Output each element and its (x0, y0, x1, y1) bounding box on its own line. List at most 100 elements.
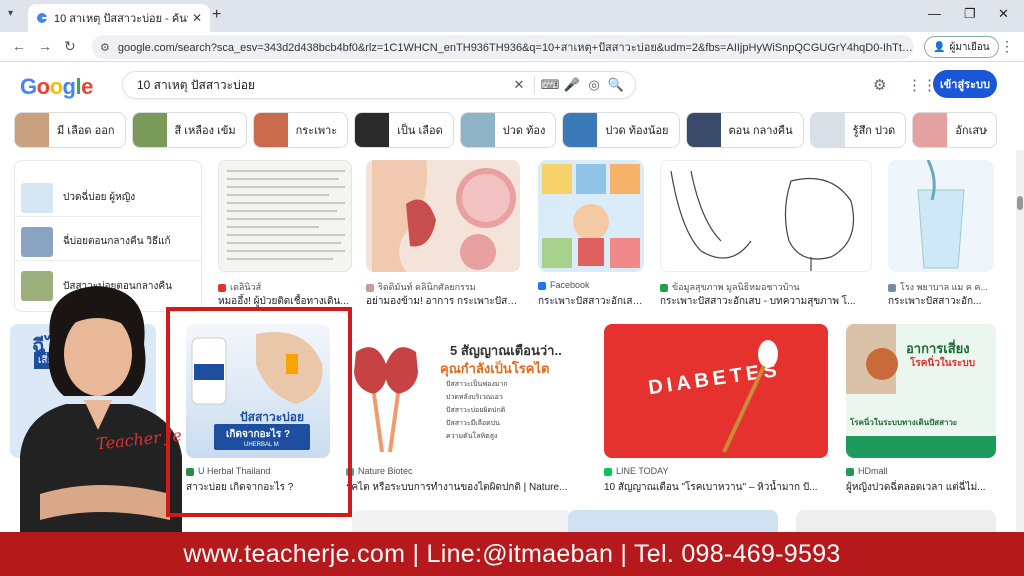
clear-icon[interactable]: ✕ (508, 77, 530, 93)
line-icon (604, 467, 612, 476)
new-tab-icon[interactable]: + (212, 6, 221, 24)
chip-thumbnail (253, 113, 288, 147)
profile-icon: 👤 (933, 41, 946, 53)
filter-chip[interactable]: สี เหลือง เข้ม (131, 112, 247, 148)
forward-icon[interactable]: → (38, 38, 52, 54)
image-result[interactable]: โรง พยาบาล แม ค ค... กระเพาะปัสสาวะอัก..… (888, 160, 994, 309)
result-caption[interactable]: อย่ามองข้าม! อาการ กระเพาะปัสสาวะ... (366, 294, 520, 309)
source-favicon-icon (846, 467, 854, 476)
tab-strip: ▾ 10 สาเหตุ ปัสสาวะบ่อย - ค้นหาด้วย Goog… (0, 0, 1024, 32)
related-item[interactable]: ฉี่บ่อยตอนกลางคืน วิธีแก้ (15, 223, 201, 261)
image-result[interactable] (796, 510, 996, 532)
related-item[interactable]: ปวดฉี่บ่อย ผู้หญิง (15, 179, 201, 217)
microphone-icon[interactable]: 🎤 (561, 77, 583, 93)
filter-chip[interactable]: ตอน กลางคืน (685, 112, 804, 148)
related-label: ฉี่บ่อยตอนกลางคืน วิธีแก้ (63, 236, 171, 247)
result-caption[interactable]: กระเพาะปัสสาวะอัก... (888, 294, 994, 309)
chip-thumbnail (810, 113, 845, 147)
result-source: HDmall (846, 466, 996, 476)
cartoon-grid-thumbnail (542, 164, 640, 268)
image-result[interactable] (568, 510, 778, 532)
result-source: LINE TODAY (604, 466, 828, 476)
chip-thumbnail (355, 113, 390, 147)
chip-label: ปวด ท้อง (502, 125, 546, 137)
scrollbar[interactable] (1016, 150, 1024, 532)
search-input[interactable]: 10 สาเหตุ ปัสสาวะบ่อย ✕ ⌨ 🎤 ◎ 🔍 (122, 71, 636, 99)
facebook-icon (538, 281, 546, 290)
image-result[interactable]: 5 สัญญาณเตือนว่า.. คุณกำลังเป็นโรคไต ปัส… (346, 324, 586, 496)
chip-label: เป็น เลือด (397, 125, 443, 137)
result-image (660, 160, 872, 272)
result-image: 5 สัญญาณเตือนว่า.. คุณกำลังเป็นโรคไต ปัส… (346, 324, 586, 458)
close-window-icon[interactable]: ✕ (998, 6, 1009, 22)
google-logo[interactable]: Google (20, 74, 93, 100)
result-caption[interactable]: รคไต หรือระบบการทำงานของไตผิดปกติ | Natu… (346, 480, 586, 495)
google-favicon-icon (37, 13, 47, 23)
chip-thumbnail (563, 113, 598, 147)
result-source: Facebook (538, 280, 644, 290)
filter-chip[interactable]: ปวด ท้อง (459, 112, 557, 148)
filter-chip[interactable]: กระเพาะ (252, 112, 349, 148)
sign-in-button[interactable]: เข้าสู่ระบบ (933, 70, 997, 98)
image-result[interactable]: อาการเสี่ยง โรคนิ่วในระบบ โรคนิ่วในระบบท… (846, 324, 996, 496)
chevron-right-icon[interactable]: › (983, 121, 988, 137)
image-result[interactable]: Facebook กระเพาะปัสสาวะอักเสบ... (538, 160, 644, 309)
search-icon[interactable]: 🔍 (605, 77, 627, 93)
source-favicon-icon (218, 283, 226, 292)
headline-2: คุณกำลังเป็นโรคไต (440, 361, 550, 376)
image-result[interactable]: DIABETES LINE TODAY 10 สัญญาณเตือน "โรคเ… (604, 324, 828, 496)
chip-thumbnail (15, 113, 49, 147)
tab-search-icon[interactable]: ▾ (8, 8, 13, 19)
filter-chip[interactable]: มี เลือด ออก (14, 112, 126, 148)
bullet: ปัสสาวะบ่อยผิดปกติ (446, 407, 506, 414)
source-name: ข้อมูลสุขภาพ มูลนิธิหมอชาวบ้าน (672, 282, 800, 292)
result-caption[interactable]: กระเพาะปัสสาวะอักเสบ... (538, 294, 644, 309)
result-caption[interactable]: ผู้หญิงปวดฉี่ตลอดเวลา แต่ฉี่ไม่... (846, 480, 996, 495)
image-result[interactable]: เดลินิวส์ หมออึ้ง! ผู้ป่วยติดเชื้อทางเดิ… (218, 160, 352, 307)
highlight-frame (166, 307, 352, 517)
result-caption[interactable]: กระเพาะปัสสาวะอักเสบ - บทความสุขภาพ โ... (660, 294, 872, 309)
water-glass-illustration (917, 160, 965, 269)
lens-icon[interactable]: ◎ (583, 77, 605, 93)
source-name: เดลินิวส์ (230, 282, 262, 292)
keyboard-icon[interactable]: ⌨ (539, 77, 561, 93)
related-label: ปวดฉี่บ่อย ผู้หญิง (63, 192, 136, 203)
result-source: เดลินิวส์ (218, 280, 352, 294)
source-name: Nature Biotec (358, 466, 413, 476)
hd-sub: โรคนิ่วในระบบ (910, 358, 976, 369)
anatomy-sketch (670, 170, 855, 271)
bullet: ปัสสาวะเป็นฟองมาก (446, 381, 508, 388)
filter-chip[interactable]: รู้สึก ปวด (809, 112, 907, 148)
restore-icon[interactable]: ❐ (964, 6, 976, 22)
image-result[interactable]: ข้อมูลสุขภาพ มูลนิธิหมอชาวบ้าน กระเพาะปั… (660, 160, 872, 309)
minimize-icon[interactable]: — (928, 6, 941, 21)
related-thumb (21, 226, 53, 257)
image-result[interactable] (352, 510, 572, 532)
chip-label: มี เลือด ออก (57, 125, 115, 137)
browser-tab[interactable]: 10 สาเหตุ ปัสสาวะบ่อย - ค้นหาด้วย Google… (28, 4, 210, 32)
site-info-icon[interactable]: ⚙ (100, 41, 110, 54)
tab-close-icon[interactable]: ✕ (192, 11, 202, 25)
reload-icon[interactable]: ↻ (64, 38, 76, 55)
chip-label: อักเสบ (955, 125, 987, 137)
chip-label: สี เหลือง เข้ม (174, 125, 236, 137)
filter-chip[interactable]: เป็น เลือด (354, 112, 454, 148)
tab-title: 10 สาเหตุ ปัสสาวะบ่อย - ค้นหาด้วย Google (54, 13, 188, 25)
browser-menu-icon[interactable]: ⋮ (1000, 38, 1014, 55)
source-name: HDmall (858, 466, 888, 476)
chip-thumbnail (913, 113, 948, 147)
filter-chip[interactable]: ปวด ท้องน้อย (562, 112, 680, 148)
scrollbar-thumb[interactable] (1017, 196, 1023, 210)
chip-label: กระเพาะ (295, 125, 338, 137)
address-bar[interactable]: ⚙ google.com/search?sca_esv=343d2d438bcb… (92, 35, 914, 59)
chip-label: ปวด ท้องน้อย (605, 125, 669, 137)
source-name: Facebook (550, 280, 590, 290)
source-name: ริดดิมันท์ คลินิกศัลยกรรม (378, 282, 476, 292)
image-result[interactable]: ริดดิมันท์ คลินิกศัลยกรรม อย่ามองข้าม! อ… (366, 160, 520, 309)
profile-button[interactable]: 👤 ผู้มาเยือน (924, 36, 999, 58)
result-source: ข้อมูลสุขภาพ มูลนิธิหมอชาวบ้าน (660, 280, 872, 294)
result-caption[interactable]: 10 สัญญาณเตือน "โรคเบาหวาน" – หิวน้ำมาก … (604, 480, 828, 495)
settings-gear-icon[interactable]: ⚙ (873, 76, 886, 94)
result-image: อาการเสี่ยง โรคนิ่วในระบบ โรคนิ่วในระบบท… (846, 324, 996, 458)
back-icon[interactable]: ← (12, 38, 26, 54)
